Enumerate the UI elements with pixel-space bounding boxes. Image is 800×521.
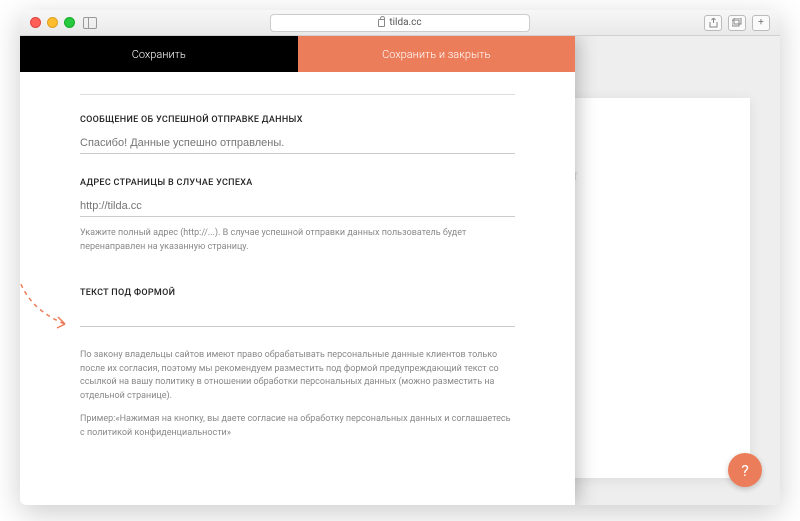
- maximize-window-button[interactable]: [64, 17, 75, 28]
- success-url-input[interactable]: [80, 196, 515, 217]
- success-message-input[interactable]: [80, 133, 515, 154]
- field-label: ТЕКСТ ПОД ФОРМОЙ: [80, 288, 515, 298]
- divider: [80, 94, 515, 95]
- field-hint: По закону владельцы сайтов имеют право о…: [80, 349, 515, 403]
- lock-icon: [378, 19, 385, 27]
- tabs-button[interactable]: [728, 15, 746, 31]
- settings-panel: Сохранить Сохранить и закрыть СООБЩЕНИЕ …: [20, 36, 575, 505]
- under-form-text-field: ТЕКСТ ПОД ФОРМОЙ По закону владельцы сай…: [80, 288, 515, 440]
- field-example: Пример:«Нажимая на кнопку, вы даете согл…: [80, 413, 515, 440]
- success-message-field: СООБЩЕНИЕ ОБ УСПЕШНОЙ ОТПРАВКЕ ДАННЫХ: [80, 115, 515, 154]
- new-tab-button[interactable]: +: [752, 15, 770, 31]
- save-close-button[interactable]: Сохранить и закрыть: [298, 36, 576, 72]
- url-text: tilda.cc: [389, 17, 421, 28]
- success-url-field: АДРЕС СТРАНИЦЫ В СЛУЧАЕ УСПЕХА Укажите п…: [80, 178, 515, 254]
- close-window-button[interactable]: [30, 17, 41, 28]
- share-button[interactable]: [704, 15, 722, 31]
- window-controls: [30, 17, 75, 28]
- field-hint: Укажите полный адрес (http://...). В слу…: [80, 227, 515, 254]
- minimize-window-button[interactable]: [47, 17, 58, 28]
- field-label: СООБЩЕНИЕ ОБ УСПЕШНОЙ ОТПРАВКЕ ДАННЫХ: [80, 115, 515, 125]
- under-form-input[interactable]: [80, 306, 515, 327]
- titlebar: tilda.cc +: [20, 10, 780, 36]
- sidebar-toggle-icon[interactable]: [83, 17, 97, 29]
- panel-tabs: Сохранить Сохранить и закрыть: [20, 36, 575, 72]
- help-button[interactable]: ?: [728, 453, 762, 487]
- address-bar[interactable]: tilda.cc: [270, 14, 530, 32]
- content-area: Book a room …………………………………tity of Сохрани…: [20, 36, 780, 505]
- field-label: АДРЕС СТРАНИЦЫ В СЛУЧАЕ УСПЕХА: [80, 178, 515, 188]
- panel-body: СООБЩЕНИЕ ОБ УСПЕШНОЙ ОТПРАВКЕ ДАННЫХ АД…: [20, 72, 575, 505]
- save-button[interactable]: Сохранить: [20, 36, 298, 72]
- browser-window: tilda.cc + Book a room …………………………………tity…: [20, 10, 780, 505]
